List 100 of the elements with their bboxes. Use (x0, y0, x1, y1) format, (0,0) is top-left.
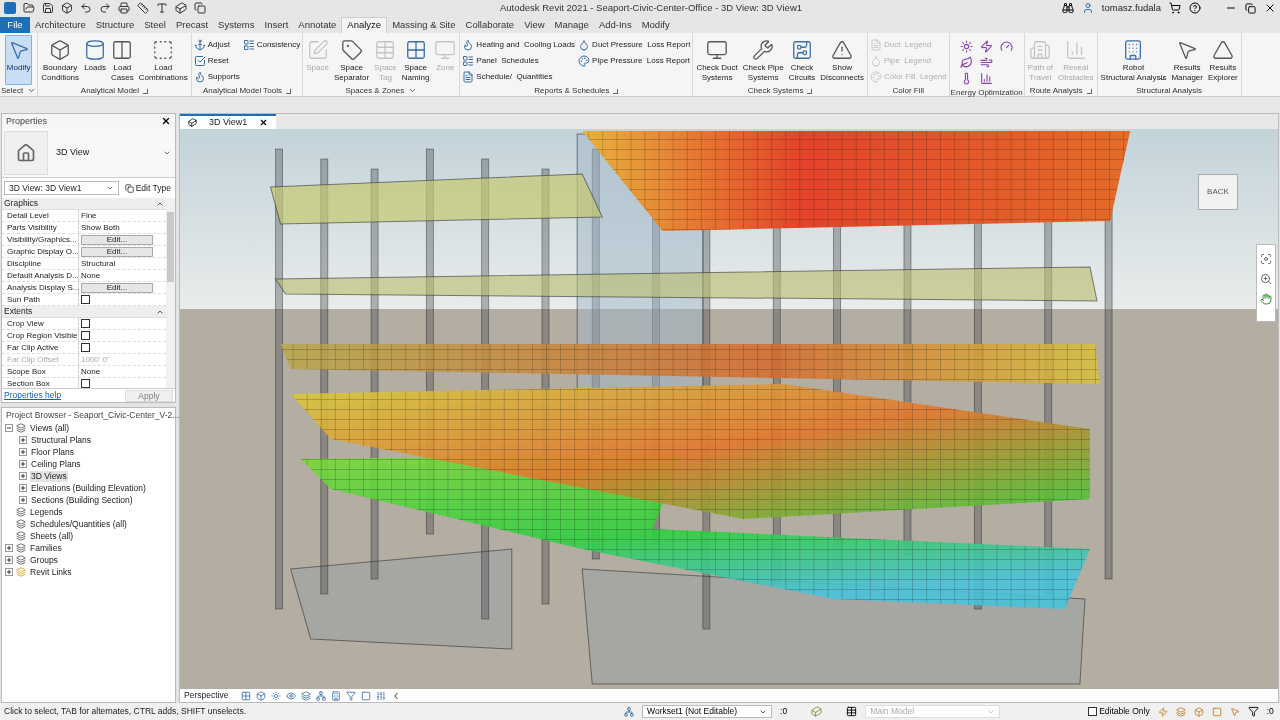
launcher-icon[interactable] (143, 89, 149, 95)
ribbon-small-button[interactable]: Supports (192, 68, 241, 85)
tree-item[interactable]: Sections (Building Section) (30, 494, 134, 506)
view-tab[interactable]: 3D View1 (180, 114, 277, 130)
property-value[interactable]: None (81, 269, 101, 282)
view-mode-label[interactable]: Perspective (184, 689, 229, 703)
ribbon-tab[interactable]: Systems (213, 16, 260, 33)
user-icon[interactable] (1081, 2, 1094, 15)
instance-selector[interactable]: 3D View: 3D View1 (4, 181, 119, 196)
save-icon[interactable] (42, 2, 54, 15)
windows-icon[interactable] (194, 2, 206, 15)
tree-item[interactable]: Legends (29, 506, 64, 518)
expand-icon[interactable] (5, 568, 13, 577)
tree-item[interactable]: Revit Links (29, 566, 73, 578)
expand-icon[interactable] (19, 448, 27, 457)
view-control-icon[interactable] (271, 690, 282, 701)
table-icon[interactable] (846, 706, 858, 718)
expand-icon[interactable] (19, 472, 27, 481)
expand-icon[interactable] (5, 544, 13, 553)
ribbon-button[interactable]: Robot Structural Analysis (1098, 34, 1169, 85)
launcher-icon[interactable] (613, 89, 619, 95)
close-icon[interactable] (161, 116, 171, 127)
ribbon-tab[interactable]: Insert (259, 16, 294, 33)
view-control-icon[interactable] (256, 690, 267, 701)
redo-icon[interactable] (99, 2, 111, 15)
checkbox[interactable] (81, 295, 90, 305)
checkbox[interactable] (81, 319, 90, 329)
ribbon-small-button[interactable]: Panel Schedules (461, 52, 577, 69)
view-control-icon[interactable] (301, 690, 312, 701)
edit-type-button[interactable]: Edit Type (122, 181, 173, 195)
ribbon-button[interactable]: Space Separator (331, 34, 372, 85)
ribbon-small-button[interactable]: Adjust (192, 36, 241, 53)
ribbon-tab[interactable]: Annotate (293, 16, 342, 33)
view-control-icon[interactable] (331, 690, 342, 701)
ribbon-small-button[interactable]: Heating and Cooling Loads (461, 36, 577, 53)
editable-only-toggle[interactable]: Editable Only (1088, 705, 1150, 719)
ribbon-small-button[interactable]: Reset (192, 52, 241, 69)
checkbox[interactable] (81, 343, 90, 353)
filter-icon[interactable] (1247, 706, 1259, 718)
ribbon-small-button[interactable]: Schedule/ Quantities (461, 68, 577, 85)
tree-item[interactable]: Ceiling Plans (30, 458, 82, 470)
ribbon-button[interactable]: Loads (82, 34, 109, 85)
tree-item[interactable]: Sheets (all) (29, 530, 74, 542)
expand-icon[interactable] (19, 436, 27, 445)
property-value[interactable]: Fine (81, 209, 97, 222)
edit-button[interactable]: Edit... (81, 246, 153, 257)
ribbon-button[interactable]: Check Duct Systems (694, 34, 740, 85)
expand-icon[interactable] (19, 484, 27, 493)
ribbon-button[interactable]: Results Manager (1169, 34, 1205, 85)
workset-dropdown[interactable]: Workset1 (Not Editable) (642, 705, 773, 719)
tree-item[interactable]: 3D Views (30, 470, 68, 482)
properties-help-link[interactable]: Properties help (4, 389, 62, 403)
expand-icon[interactable] (19, 460, 27, 469)
view-control-icon[interactable] (241, 690, 252, 701)
ribbon-tab[interactable]: Massing & Site (387, 16, 461, 33)
user-name[interactable]: tomasz.fudala (1101, 1, 1161, 16)
ribbon-tab[interactable]: Add-Ins (593, 16, 637, 33)
box-icon[interactable] (61, 2, 73, 15)
close-icon[interactable] (259, 118, 269, 128)
print-icon[interactable] (118, 2, 130, 15)
view-control-icon[interactable] (346, 690, 357, 701)
tree-item[interactable]: Schedules/Quantities (all) (29, 518, 128, 530)
ribbon-tab[interactable]: Manage (549, 16, 594, 33)
text-icon[interactable] (156, 2, 168, 15)
view-control-icon[interactable] (361, 690, 372, 701)
ribbon-button[interactable]: Results Explorer (1205, 34, 1240, 85)
ribbon-button[interactable]: Space Naming (399, 34, 432, 85)
help-icon[interactable] (1189, 2, 1201, 15)
property-value[interactable]: None (81, 365, 101, 378)
tree-item[interactable]: Views (all) (29, 422, 71, 434)
view-control-icon[interactable] (286, 690, 297, 701)
ribbon-tab[interactable]: View (519, 16, 550, 33)
tree-item[interactable]: Groups (29, 554, 59, 566)
cart-icon[interactable] (1169, 2, 1181, 15)
tree-item[interactable]: Structural Plans (30, 434, 92, 446)
checkbox[interactable] (1088, 707, 1098, 717)
tree-item[interactable]: Floor Plans (30, 446, 75, 458)
launcher-icon[interactable] (1086, 89, 1092, 95)
ribbon-button[interactable]: Show Disconnects (818, 34, 866, 85)
view-control-icon[interactable] (376, 690, 387, 701)
ribbon-button[interactable]: Check Pipe Systems (740, 34, 786, 85)
expand-icon[interactable] (19, 496, 27, 505)
checkbox[interactable] (81, 379, 90, 389)
ribbon-small-button[interactable]: Pipe Pressure Loss Report (577, 52, 692, 69)
ribbon-button[interactable]: Boundary Conditions (39, 34, 82, 85)
ribbon-button[interactable]: Load Combinations (136, 34, 190, 85)
ribbon-small-button[interactable]: Consistency (241, 36, 302, 53)
launcher-icon[interactable] (807, 89, 813, 95)
tree-item[interactable]: Elevations (Building Elevation) (30, 482, 147, 494)
ribbon-tab[interactable]: Steel (139, 16, 171, 33)
binoculars-icon[interactable] (1061, 2, 1074, 15)
ribbon-tab[interactable]: Precast (170, 16, 214, 33)
edit-button[interactable]: Edit... (81, 282, 153, 293)
scrollbar[interactable] (166, 198, 175, 389)
tree-item[interactable]: Families (29, 542, 63, 554)
checkbox[interactable] (81, 331, 90, 341)
ribbon-button[interactable]: Load Cases (109, 34, 136, 85)
ribbon-tab[interactable]: Modify (636, 16, 675, 33)
view-control-icon[interactable] (316, 690, 327, 701)
property-value[interactable]: Show Both (81, 221, 120, 234)
